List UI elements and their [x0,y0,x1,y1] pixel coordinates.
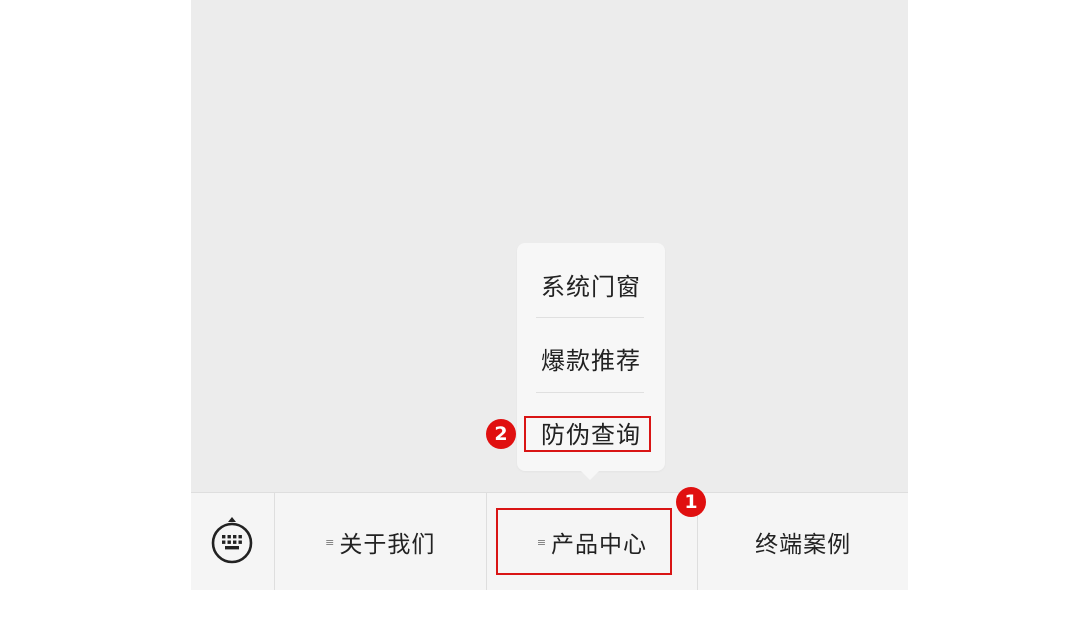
step-marker-2: 2 [486,419,516,449]
product-submenu: 系统门窗 爆款推荐 防伪查询 [517,243,665,480]
nav-item-label: 产品中心 [551,532,648,558]
keyboard-toggle-button[interactable] [191,493,275,590]
nav-item-label: 关于我们 [339,532,436,558]
nav-item-label: 终端案例 [755,532,852,558]
submenu-divider [536,392,644,393]
submenu-divider [536,317,644,318]
submenu-item-system-windows[interactable]: 系统门窗 [517,247,665,321]
submenu-item-hot-picks[interactable]: 爆款推荐 [517,321,665,395]
nav-item-about-us[interactable]: ≡ 关于我们 [275,493,487,590]
keyboard-icon [211,517,253,564]
nav-item-product-center[interactable]: ≡ 产品中心 [487,493,699,590]
step-marker-1: 1 [676,487,706,517]
submenu-indicator-icon: ≡ [536,535,548,549]
chat-menu-screen: 系统门窗 爆款推荐 防伪查询 ≡ 关于我们 ≡ 产品中心 终端案例 [191,0,908,590]
bottom-menu-bar: ≡ 关于我们 ≡ 产品中心 终端案例 [191,492,908,590]
nav-item-terminal-cases[interactable]: 终端案例 [698,493,908,590]
submenu-item-anti-counterfeit[interactable]: 防伪查询 [517,395,665,469]
submenu-indicator-icon: ≡ [325,535,336,549]
